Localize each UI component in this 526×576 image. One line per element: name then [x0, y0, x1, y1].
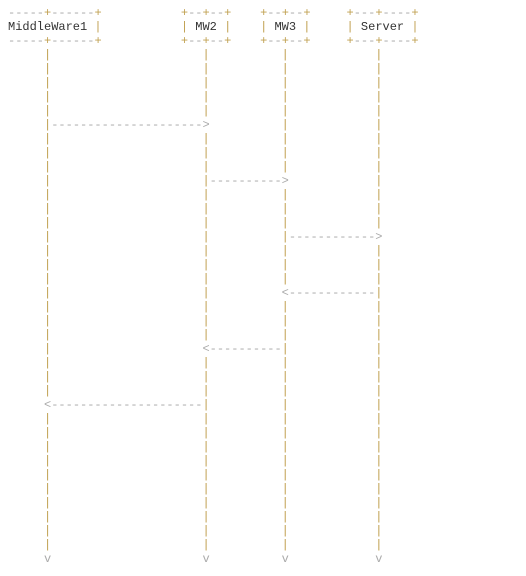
- ascii-sequence-diagram: -----+------+ +--+--+ +--+--+ +---+----+…: [0, 0, 526, 572]
